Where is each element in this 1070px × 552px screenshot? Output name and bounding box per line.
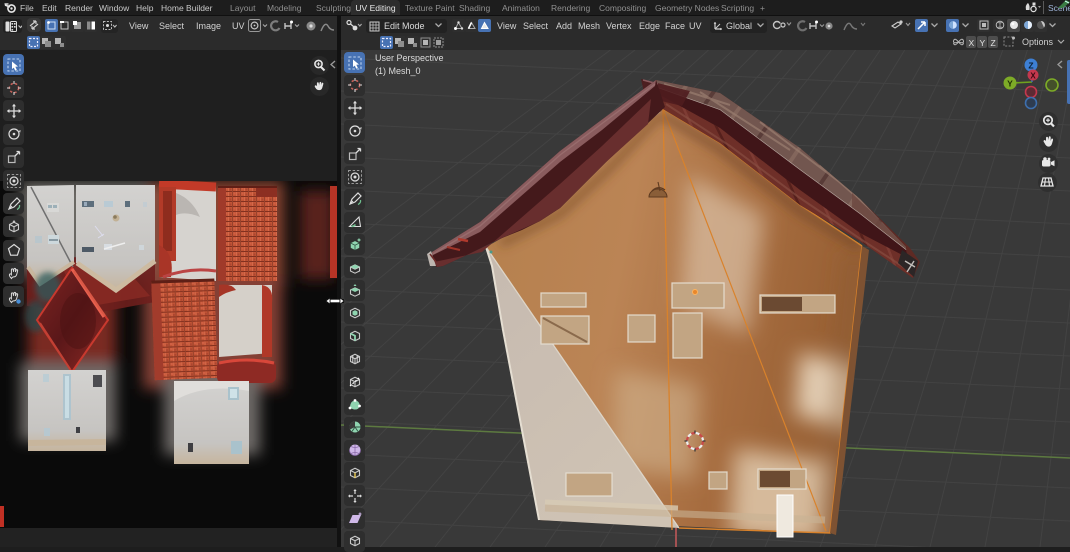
svg-text:Z: Z [1028, 61, 1033, 71]
svg-text:X: X [1030, 72, 1036, 81]
svg-text:(1) Mesh_0: (1) Mesh_0 [375, 66, 421, 76]
svg-text:Y: Y [1007, 79, 1013, 89]
svg-text:User Perspective: User Perspective [375, 53, 444, 63]
